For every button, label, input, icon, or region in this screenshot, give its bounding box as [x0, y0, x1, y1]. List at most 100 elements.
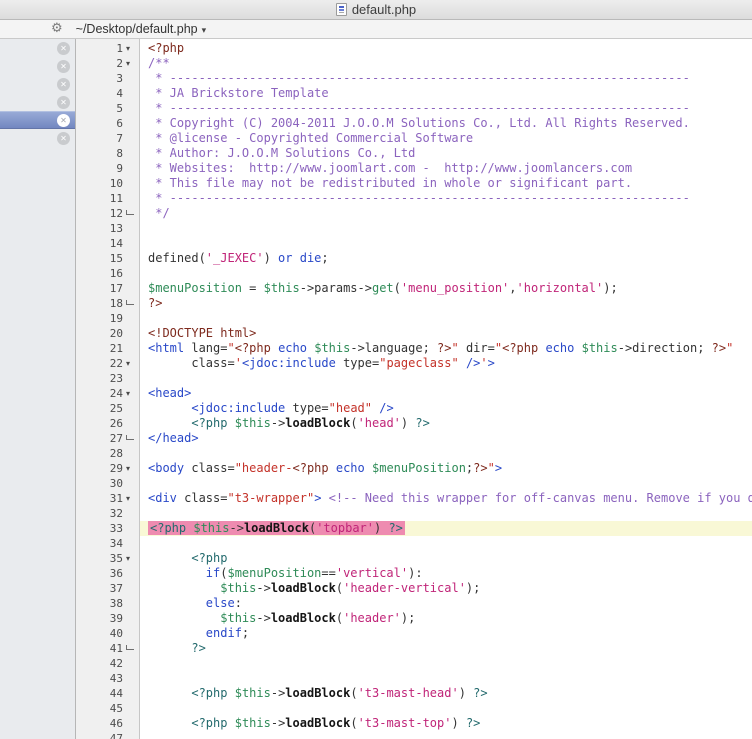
code-text[interactable]: /** [140, 56, 752, 71]
code-text[interactable]: <html lang="<?php echo $this->language; … [140, 341, 752, 356]
code-text[interactable]: * This file may not be redistributed in … [140, 176, 752, 191]
line-number[interactable]: 13 [76, 221, 123, 236]
code-text[interactable]: if($menuPosition=='vertical'): [140, 566, 752, 581]
code-text[interactable]: */ [140, 206, 752, 221]
fold-open-icon[interactable]: ▾ [123, 359, 140, 368]
code-text[interactable]: endif; [140, 626, 752, 641]
fold-open-icon[interactable]: ▾ [123, 59, 140, 68]
code-text[interactable]: $menuPosition = $this->params->get('menu… [140, 281, 752, 296]
line-number[interactable]: 7 [76, 131, 123, 146]
close-icon[interactable]: ✕ [57, 113, 70, 127]
code-text[interactable]: <jdoc:include type="head" /> [140, 401, 752, 416]
code-text[interactable] [140, 731, 752, 739]
code-text[interactable] [140, 371, 752, 386]
close-icon[interactable]: ✕ [57, 131, 70, 145]
line-number[interactable]: 42 [76, 656, 123, 671]
line-number[interactable]: 6 [76, 116, 123, 131]
fold-open-icon[interactable]: ▾ [123, 494, 140, 503]
code-text[interactable] [140, 266, 752, 281]
code-text[interactable]: <?php $this->loadBlock('head') ?> [140, 416, 752, 431]
code-text[interactable] [140, 506, 752, 521]
fold-end-icon[interactable] [123, 300, 140, 307]
fold-open-icon[interactable]: ▾ [123, 44, 140, 53]
sidebar-item[interactable]: ✕ [0, 39, 75, 57]
code-text[interactable]: <?php $this->loadBlock('t3-mast-top') ?> [140, 716, 752, 731]
code-text[interactable] [140, 671, 752, 686]
line-number[interactable]: 39 [76, 611, 123, 626]
code-text[interactable] [140, 656, 752, 671]
line-number[interactable]: 41 [76, 641, 123, 656]
line-number[interactable]: 34 [76, 536, 123, 551]
code-text[interactable]: * @license - Copyrighted Commercial Soft… [140, 131, 752, 146]
line-number[interactable]: 20 [76, 326, 123, 341]
fold-end-icon[interactable] [123, 645, 140, 652]
code-text[interactable]: * --------------------------------------… [140, 191, 752, 206]
code-text[interactable] [140, 536, 752, 551]
close-icon[interactable]: ✕ [57, 77, 70, 91]
fold-open-icon[interactable]: ▾ [123, 554, 140, 563]
file-path-dropdown[interactable]: ~/Desktop/default.php ▾ [76, 22, 207, 36]
line-number[interactable]: 5 [76, 101, 123, 116]
line-number[interactable]: 46 [76, 716, 123, 731]
code-text[interactable]: <?php $this->loadBlock('t3-mast-head') ?… [140, 686, 752, 701]
line-number[interactable]: 9 [76, 161, 123, 176]
code-text[interactable]: * --------------------------------------… [140, 101, 752, 116]
fold-end-icon[interactable] [123, 210, 140, 217]
code-text[interactable]: <body class="header-<?php echo $menuPosi… [140, 461, 752, 476]
line-number[interactable]: 35 [76, 551, 123, 566]
close-icon[interactable]: ✕ [57, 95, 70, 109]
line-number[interactable]: 43 [76, 671, 123, 686]
line-number[interactable]: 18 [76, 296, 123, 311]
code-text[interactable]: defined('_JEXEC') or die; [140, 251, 752, 266]
line-number[interactable]: 12 [76, 206, 123, 221]
code-text[interactable]: ?> [140, 296, 752, 311]
code-text[interactable] [140, 311, 752, 326]
code-text[interactable]: <!DOCTYPE html> [140, 326, 752, 341]
close-icon[interactable]: ✕ [57, 41, 70, 55]
sidebar-item[interactable]: ✕ [0, 75, 75, 93]
line-number[interactable]: 15 [76, 251, 123, 266]
line-number[interactable]: 16 [76, 266, 123, 281]
sidebar-item-selected[interactable]: ✕ [0, 111, 75, 129]
code-text[interactable]: class='<jdoc:include type="pageclass" />… [140, 356, 752, 371]
code-text[interactable]: $this->loadBlock('header-vertical'); [140, 581, 752, 596]
code-text[interactable]: <?php [140, 41, 752, 56]
code-text[interactable]: else: [140, 596, 752, 611]
line-number[interactable]: 11 [76, 191, 123, 206]
line-number[interactable]: 47 [76, 731, 123, 739]
fold-open-icon[interactable]: ▾ [123, 389, 140, 398]
code-text[interactable]: <?php [140, 551, 752, 566]
code-text[interactable]: * Copyright (C) 2004-2011 J.O.O.M Soluti… [140, 116, 752, 131]
fold-open-icon[interactable]: ▾ [123, 464, 140, 473]
code-text[interactable]: ?> [140, 641, 752, 656]
fold-end-icon[interactable] [123, 435, 140, 442]
line-number[interactable]: 26 [76, 416, 123, 431]
line-number[interactable]: 33 [76, 521, 123, 536]
code-text[interactable] [140, 701, 752, 716]
line-number[interactable]: 25 [76, 401, 123, 416]
line-number[interactable]: 28 [76, 446, 123, 461]
code-text[interactable]: $this->loadBlock('header'); [140, 611, 752, 626]
line-number[interactable]: 23 [76, 371, 123, 386]
line-number[interactable]: 1 [76, 41, 123, 56]
line-number[interactable]: 24 [76, 386, 123, 401]
code-text[interactable] [140, 221, 752, 236]
code-text[interactable] [140, 476, 752, 491]
line-number[interactable]: 19 [76, 311, 123, 326]
line-number[interactable]: 10 [76, 176, 123, 191]
code-text[interactable]: </head> [140, 431, 752, 446]
code-text[interactable]: <head> [140, 386, 752, 401]
code-text[interactable]: * Author: J.O.O.M Solutions Co., Ltd [140, 146, 752, 161]
sidebar-item[interactable]: ✕ [0, 93, 75, 111]
line-number[interactable]: 38 [76, 596, 123, 611]
line-number[interactable]: 30 [76, 476, 123, 491]
line-number[interactable]: 8 [76, 146, 123, 161]
line-number[interactable]: 31 [76, 491, 123, 506]
line-number[interactable]: 14 [76, 236, 123, 251]
line-number[interactable]: 32 [76, 506, 123, 521]
code-editor[interactable]: 1 ▾ <?php 2 ▾/** 3 * ------------------------… [76, 39, 752, 739]
line-number[interactable]: 2 [76, 56, 123, 71]
code-text[interactable]: <?php $this->loadBlock('topbar') ?> [140, 521, 752, 536]
line-number[interactable]: 17 [76, 281, 123, 296]
gear-icon[interactable]: ⚙ [51, 20, 63, 38]
